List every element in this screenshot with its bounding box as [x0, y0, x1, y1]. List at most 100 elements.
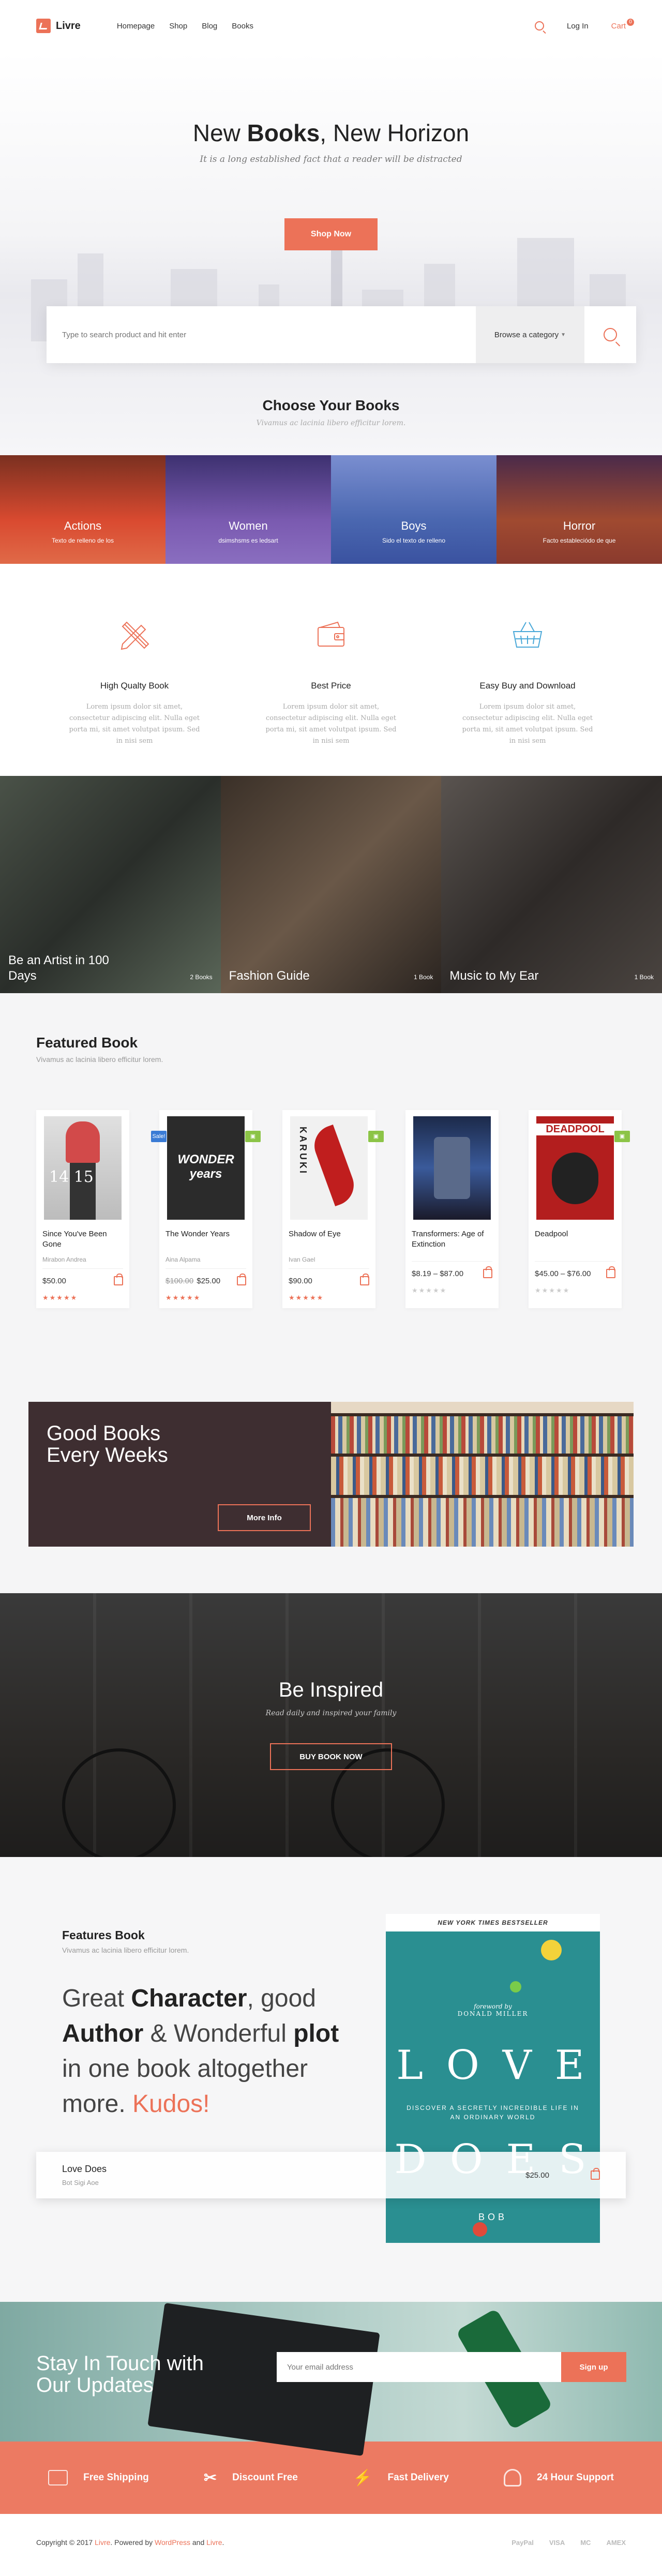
rating-stars: ★★★★★ [42, 1294, 78, 1301]
book-card[interactable]: Sale! ▣ WONDER years The Wonder Years Ai… [151, 1110, 261, 1308]
add-to-cart-icon[interactable] [360, 1274, 369, 1285]
feature-text: Lorem ipsum dolor sit amet, consectetur … [462, 703, 593, 745]
nav-books[interactable]: Books [232, 22, 253, 31]
visa-icon: VISA [549, 2538, 565, 2547]
header-actions: Log In Cart 0 [534, 18, 634, 31]
book-price-row: $45.00 – $76.00 [535, 1266, 615, 1278]
quick-view-icon[interactable]: ▣ [368, 1131, 384, 1142]
nav-blog[interactable]: Blog [202, 22, 217, 31]
add-to-cart-icon[interactable] [237, 1274, 246, 1285]
book-cover[interactable]: WONDER years [167, 1116, 245, 1220]
shop-now-button[interactable]: Shop Now [284, 218, 378, 250]
features-book-price: $25.00 [525, 2170, 549, 2180]
features-book-bar: Love Does Bot Sigi Aoe $25.00 [36, 2152, 626, 2198]
search-icon[interactable] [534, 21, 544, 31]
balloon-yellow [541, 1940, 562, 1960]
hero-title: New Books, New Horizon [192, 119, 470, 146]
rating-stars: ★★★★★ [289, 1294, 324, 1301]
book-cover[interactable]: KARUKI [290, 1116, 368, 1220]
balloon-green [510, 1981, 521, 1993]
perk-fast-delivery: ⚡ Fast Delivery [353, 2469, 449, 2487]
cart-link[interactable]: Cart 0 [611, 18, 634, 31]
perk-label: Free Shipping [83, 2472, 149, 2483]
quick-view-icon[interactable]: ▣ [245, 1131, 261, 1142]
features-book-subtitle: Vivamus ac lacinia libero efficitur lore… [62, 1946, 189, 1954]
email-input[interactable] [277, 2352, 561, 2382]
logo[interactable]: Livre [36, 19, 81, 33]
login-link[interactable]: Log In [567, 22, 589, 31]
features-book-title[interactable]: Love Does [62, 2164, 107, 2175]
collection-music[interactable]: Music to My Ear 1 Book [441, 776, 662, 993]
feature-title: Easy Buy and Download [479, 681, 576, 691]
category-title: Women [229, 519, 268, 532]
wordpress-link[interactable]: WordPress [155, 2538, 190, 2547]
book-price-row: $50.00 [42, 1274, 123, 1285]
features-book-label: Features Book [62, 1928, 145, 1942]
book-cover[interactable]: DEADPOOL [536, 1116, 614, 1220]
features-book-info: Love Does Bot Sigi Aoe [62, 2164, 107, 2186]
main-nav: Homepage Shop Blog Books [117, 22, 253, 31]
category-tile-women[interactable]: Women dsimshsms es ledsart [166, 455, 331, 564]
book-author [535, 1256, 615, 1262]
category-subtitle: dsimshsms es ledsart [218, 537, 278, 544]
more-info-button[interactable]: More Info [218, 1504, 311, 1531]
perks-bar: Free Shipping ✂ Discount Free ⚡ Fast Del… [0, 2442, 662, 2514]
cover-tagline: DISCOVER A SECRETLY INCREDIBLE LIFE IN A… [407, 2104, 579, 2121]
collection-title: Fashion Guide [229, 969, 310, 983]
footer-brand-link-2[interactable]: Livre [206, 2538, 222, 2547]
book-card[interactable]: Transformers: Age of Extinction $8.19 – … [405, 1110, 499, 1308]
cover-foreword: foreword by DONALD MILLER [386, 2003, 600, 2017]
book-title[interactable]: Shadow of Eye [289, 1229, 369, 1252]
rating-stars: ★★★★★ [166, 1294, 201, 1301]
search-button[interactable] [584, 306, 636, 363]
book-card[interactable]: 14 15 Since You've Been Gone Mirabon And… [36, 1110, 129, 1308]
add-to-cart-icon[interactable] [483, 1266, 492, 1278]
perk-label: 24 Hour Support [537, 2472, 614, 2483]
sign-up-button[interactable]: Sign up [561, 2352, 626, 2382]
truck-icon [48, 2470, 68, 2485]
search-input[interactable] [47, 306, 476, 363]
add-to-cart-icon[interactable] [606, 1266, 615, 1278]
book-author [412, 1256, 492, 1262]
basket-icon [507, 615, 548, 656]
balloon-red [473, 2222, 487, 2237]
featured-subtitle: Vivamus ac lacinia libero efficitur lore… [36, 1055, 163, 1064]
book-author: Aina Alpama [166, 1256, 246, 1269]
book-title[interactable]: Since You've Been Gone [42, 1229, 123, 1252]
search-icon [604, 328, 617, 341]
footer-brand-link[interactable]: Livre [95, 2538, 110, 2547]
choose-books-title: Choose Your Books [262, 397, 400, 413]
category-tile-horror[interactable]: Horror Facto estableciódo de que [496, 455, 662, 564]
features-book-author: Bot Sigi Aoe [62, 2179, 99, 2186]
category-tile-actions[interactable]: Actions Texto de relleno de los [0, 455, 166, 564]
category-tiles: Actions Texto de relleno de los Women ds… [0, 455, 662, 564]
book-title[interactable]: The Wonder Years [166, 1229, 246, 1252]
cover-title-top: L O V E [396, 2042, 590, 2089]
category-tile-boys[interactable]: Boys Sido el texto de relleno [331, 455, 496, 564]
book-list: 14 15 Since You've Been Gone Mirabon And… [36, 1110, 662, 1308]
book-price-row: $90.00 [289, 1274, 369, 1285]
book-card[interactable]: ▣ KARUKI Shadow of Eye Ivan Gael $90.00 … [282, 1110, 384, 1308]
add-to-cart-icon[interactable] [591, 2168, 600, 2180]
collection-fashion[interactable]: Fashion Guide 1 Book [220, 776, 442, 993]
collection-artist[interactable]: Be an Artist in 100 Days 2 Books [0, 776, 221, 993]
book-cover[interactable] [413, 1116, 491, 1220]
book-title[interactable]: Deadpool [535, 1229, 615, 1252]
quick-view-icon[interactable]: ▣ [614, 1131, 630, 1142]
add-to-cart-icon[interactable] [114, 1274, 123, 1285]
book-price: $25.00 [197, 1276, 221, 1285]
nav-homepage[interactable]: Homepage [117, 22, 155, 31]
buy-book-now-button[interactable]: BUY BOOK NOW [270, 1743, 392, 1770]
cover-foreword-name: DONALD MILLER [457, 2010, 529, 2017]
book-title[interactable]: Transformers: Age of Extinction [412, 1229, 492, 1252]
category-select[interactable]: Browse a category ▼ [476, 306, 584, 363]
featured-books: Featured Book Vivamus ac lacinia libero … [0, 993, 662, 1402]
book-card[interactable]: ▣ DEADPOOL Deadpool $45.00 – $76.00 ★★★★… [529, 1110, 630, 1308]
book-price: $8.19 – $87.00 [412, 1269, 464, 1278]
nav-shop[interactable]: Shop [169, 22, 187, 31]
wallet-icon [310, 615, 352, 656]
perk-discount: ✂ Discount Free [204, 2469, 298, 2487]
hero: New Books, New Horizon It is a long esta… [0, 52, 662, 455]
feature-price: Best Price Lorem ipsum dolor sit amet, c… [264, 615, 398, 776]
book-cover[interactable]: 14 15 [44, 1116, 122, 1220]
